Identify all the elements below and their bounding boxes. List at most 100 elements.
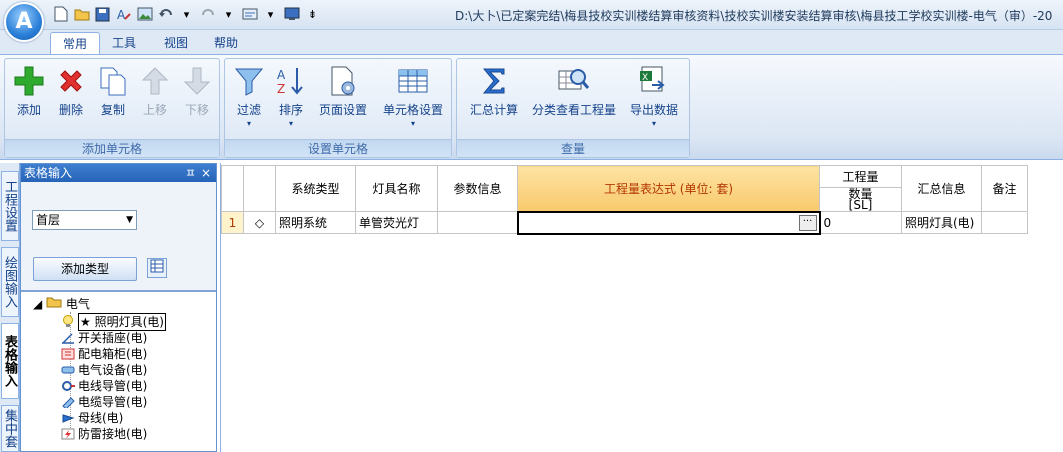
group-add-cells: 添加 删除 复制 上移 下移 添加单元格 <box>4 58 220 158</box>
redo-icon[interactable] <box>199 6 216 23</box>
side-tab-centralized[interactable]: 集中套 <box>1 405 19 452</box>
app-menu-button[interactable]: A <box>4 2 44 42</box>
tree-item-wire-conduit[interactable]: 电线导管(电) <box>61 378 147 394</box>
row-marker[interactable]: ◇ <box>243 211 276 234</box>
close-icon[interactable]: × <box>201 164 211 182</box>
open-folder-icon[interactable] <box>73 6 90 23</box>
col-header-expression[interactable]: 工程量表达式 (单位: 套) <box>517 165 820 212</box>
ribbon: 添加 删除 复制 上移 下移 添加单元格 过滤 ▾ AZ 排序 ▾ 页面设置 单… <box>0 54 1063 160</box>
col-header-quantity: 工程量 <box>820 166 901 188</box>
page-gear-icon <box>331 66 355 96</box>
tree-item-lightning-ground[interactable]: 防雷接地(电) <box>61 426 147 442</box>
tree-item-busbar[interactable]: 母线(电) <box>61 410 123 426</box>
customize-qat-icon[interactable]: ⇟ <box>304 6 321 23</box>
font-icon[interactable]: A <box>115 6 132 23</box>
excel-export-icon: X <box>640 66 665 92</box>
svg-text:A: A <box>277 68 286 82</box>
sort-az-icon: AZ <box>277 68 303 96</box>
cell-summary[interactable]: 照明灯具(电) <box>901 211 982 234</box>
tree-item-lighting[interactable]: ★ 照明灯具(电) <box>61 313 166 331</box>
cell-system-type[interactable]: 照明系统 <box>275 211 356 234</box>
side-tab-table-input[interactable]: 表格输入 <box>1 323 19 399</box>
tree-root[interactable]: ◢ 电气 <box>33 296 90 312</box>
side-tab-bar: 工程设置 绘图输入 表格输入 集中套 <box>0 163 20 452</box>
lightning-icon <box>61 427 75 441</box>
table-row[interactable]: 1 ◇ 照明系统 单管荧光灯 ··· 0 照明灯具(电) <box>221 210 1028 235</box>
add-type-button[interactable]: 添加类型 <box>33 257 137 281</box>
ellipsis-button[interactable]: ··· <box>798 214 817 231</box>
col-header-system-type[interactable]: 系统类型 <box>275 165 356 212</box>
move-down-button[interactable]: 下移 <box>179 63 215 135</box>
side-tab-draw-input[interactable]: 绘图输入 <box>1 247 19 317</box>
cell-params[interactable] <box>437 211 518 234</box>
magnifier-table-icon <box>558 69 590 90</box>
tree-item-switch-socket[interactable]: 开关插座(电) <box>61 330 147 346</box>
page-setup-button[interactable]: 页面设置 <box>313 63 373 135</box>
cell-quantity[interactable]: 0 <box>819 211 902 234</box>
tree-item-device[interactable]: 电气设备(电) <box>61 362 147 378</box>
tab-common[interactable]: 常用 <box>50 32 101 54</box>
svg-text:A: A <box>117 8 126 22</box>
chevron-down-icon[interactable]: ▾ <box>220 6 237 23</box>
cell-lamp-name[interactable]: 单管荧光灯 <box>355 211 438 234</box>
floor-select[interactable]: 首层 ▼ <box>32 210 137 230</box>
tab-tools[interactable]: 工具 <box>100 32 148 54</box>
group-cell-settings: 过滤 ▾ AZ 排序 ▾ 页面设置 单元格设置 ▾ 设置单元格 <box>224 58 452 158</box>
collapse-triangle-icon[interactable]: ◢ <box>33 297 42 311</box>
cell-note[interactable] <box>981 211 1028 234</box>
col-header-summary[interactable]: 汇总信息 <box>901 165 982 212</box>
row-number[interactable]: 1 <box>221 211 244 234</box>
chevron-down-icon: ▾ <box>410 119 415 128</box>
classify-view-button[interactable]: 分类查看工程量 <box>529 63 619 135</box>
col-header-note[interactable]: 备注 <box>981 165 1028 212</box>
save-icon[interactable] <box>94 6 111 23</box>
sort-button[interactable]: AZ 排序 ▾ <box>271 63 311 135</box>
delete-button[interactable]: 删除 <box>53 63 89 135</box>
group-label-query: 查量 <box>457 139 689 157</box>
copy-button[interactable]: 复制 <box>95 63 131 135</box>
type-grid-icon[interactable] <box>147 258 167 278</box>
col-header-quantity-sl[interactable]: 数量 [SL] <box>820 188 901 211</box>
title-bar: A A ▾ ▾ ▾ ⇟ D:\大卜\已定案完结\梅县技校实训楼结算审核资料\技校… <box>0 0 1063 42</box>
quantity-grid: 系统类型 灯具名称 参数信息 工程量表达式 (单位: 套) 工程量 数量 [SL… <box>221 165 1028 235</box>
filter-button[interactable]: 过滤 ▾ <box>229 63 269 135</box>
filter-funnel-icon <box>234 68 264 96</box>
col-header-quantity-group: 工程量 数量 [SL] <box>819 165 902 212</box>
group-query: 汇总计算 分类查看工程量 X 导出数据 ▾ 查量 <box>456 58 690 158</box>
add-button[interactable]: 添加 <box>11 63 47 135</box>
sigma-icon <box>482 68 505 94</box>
tab-view[interactable]: 视图 <box>152 32 200 54</box>
device-icon <box>61 363 75 377</box>
col-header-params[interactable]: 参数信息 <box>437 165 518 212</box>
image-icon[interactable] <box>136 6 153 23</box>
side-tab-project-settings[interactable]: 工程设置 <box>1 171 19 241</box>
cell-settings-button[interactable]: 单元格设置 ▾ <box>377 63 449 135</box>
undo-icon[interactable] <box>157 6 174 23</box>
chevron-down-icon: ▼ <box>126 215 133 225</box>
view-icon[interactable] <box>241 6 258 23</box>
new-doc-icon[interactable] <box>52 6 69 23</box>
export-data-button[interactable]: X 导出数据 ▾ <box>623 63 685 135</box>
group-label-cell-settings: 设置单元格 <box>225 139 451 157</box>
move-up-button[interactable]: 上移 <box>137 63 173 135</box>
bulb-icon <box>61 315 75 329</box>
pin-icon[interactable]: ㅍ <box>185 164 196 182</box>
tab-help[interactable]: 帮助 <box>202 32 250 54</box>
arrow-up-icon <box>141 67 169 95</box>
marker-header <box>243 165 276 212</box>
ribbon-tab-bar: 常用 工具 视图 帮助 <box>0 30 1063 54</box>
panel-title: 表格输入 <box>24 166 73 180</box>
panel-controls: 首层 ▼ 添加类型 <box>21 182 216 292</box>
chevron-down-icon[interactable]: ▾ <box>262 6 279 23</box>
window-title: D:\大卜\已定案完结\梅县技校实训楼结算审核资料\技校实训楼安装结算审核\梅县… <box>455 9 1053 23</box>
cell-expression[interactable]: ··· <box>516 210 821 235</box>
grid-table-icon <box>398 69 428 93</box>
sum-calc-button[interactable]: 汇总计算 <box>461 63 527 135</box>
col-header-lamp-name[interactable]: 灯具名称 <box>355 165 438 212</box>
chevron-down-icon[interactable]: ▾ <box>178 6 195 23</box>
tree-item-cabinet[interactable]: 配电箱柜(电) <box>61 346 147 362</box>
tree-item-cable-conduit[interactable]: 电缆导管(电) <box>61 394 147 410</box>
table-input-panel: 表格输入 ㅍ × 首层 ▼ 添加类型 ◢ 电气 ★ 照明灯具(电) 开关插座(电… <box>20 163 217 452</box>
wire-icon <box>61 379 75 393</box>
screen-icon[interactable] <box>283 6 300 23</box>
